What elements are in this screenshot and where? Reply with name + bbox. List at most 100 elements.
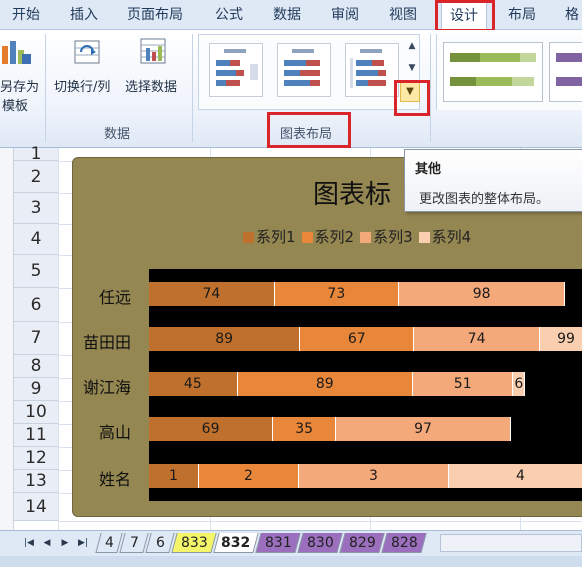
row-header[interactable]: 9	[14, 378, 58, 401]
select-data-icon[interactable]	[138, 36, 168, 66]
tab-review[interactable]: 审阅	[331, 4, 359, 24]
chart-layout-gallery	[198, 34, 420, 110]
bar-segment[interactable]: 6	[513, 372, 526, 396]
bar-segment[interactable]: 51	[412, 372, 514, 396]
save-template-label-2[interactable]: 模板	[2, 97, 28, 116]
bar-segment[interactable]: 98	[398, 282, 566, 306]
data-group-label: 数据	[104, 127, 131, 142]
switch-row-column-button[interactable]: 切换行/列	[54, 78, 110, 97]
last-sheet-button[interactable]: ▶|	[76, 536, 90, 550]
chart-style-gallery	[436, 34, 582, 110]
row-header[interactable]: 1	[14, 146, 58, 163]
bar-segment[interactable]: 3	[299, 464, 449, 488]
sheet-tab[interactable]: 6	[145, 533, 175, 553]
sheet-tab[interactable]: 4	[95, 533, 123, 553]
row-header[interactable]: 7	[14, 322, 58, 355]
next-sheet-button[interactable]: ▶	[58, 536, 72, 550]
legend-entry[interactable]: 系列4	[418, 226, 472, 247]
highlight-design-tab	[435, 0, 495, 32]
legend-label: 系列4	[431, 228, 472, 246]
bar-segment[interactable]: 1	[149, 464, 199, 488]
row-header[interactable]: 13	[14, 470, 58, 493]
bar-segment[interactable]: 2	[199, 464, 299, 488]
sheet-tab[interactable]: 832	[213, 533, 259, 553]
highlight-more-button	[394, 80, 430, 116]
row-header[interactable]: 10	[14, 401, 58, 424]
sheet-tab[interactable]: 829	[339, 533, 385, 553]
sheet-tab[interactable]: 831	[255, 533, 301, 553]
legend-label: 系列3	[373, 228, 413, 246]
sheet-tab[interactable]: 833	[171, 533, 217, 553]
bar-segment[interactable]: 4	[449, 464, 582, 488]
bar-segment[interactable]: 97	[336, 417, 511, 441]
gallery-scroll-up-button[interactable]: ▲	[404, 36, 420, 56]
tab-home[interactable]: 开始	[12, 4, 40, 24]
row-header[interactable]: 3	[14, 193, 58, 224]
row-header[interactable]: 14	[14, 493, 58, 521]
bar-segment[interactable]: 67	[300, 327, 415, 351]
tab-data[interactable]: 数据	[273, 4, 301, 24]
row-header[interactable]: 11	[14, 424, 58, 447]
legend-swatch	[243, 232, 254, 243]
gallery-scroll-down-button[interactable]: ▼	[404, 58, 420, 78]
category-label: 任远	[98, 288, 131, 307]
row-header[interactable]: 2	[14, 161, 58, 193]
column-line	[58, 148, 59, 530]
category-label: 姓名	[98, 470, 131, 489]
row-header[interactable]: 4	[14, 224, 58, 255]
bar-segment[interactable]: 45	[149, 372, 238, 396]
legend-swatch	[301, 232, 313, 243]
more-layouts-tooltip: 其他 更改图表的整体布局。	[404, 149, 582, 212]
bar-segment[interactable]: 73	[274, 282, 399, 306]
chart-style-thumb-purple[interactable]	[549, 42, 582, 102]
legend-label: 系列2	[314, 228, 355, 246]
prev-sheet-button[interactable]: ◀	[40, 536, 54, 550]
separator	[45, 34, 46, 142]
separator	[192, 34, 193, 142]
bar-segment[interactable]: 89	[237, 372, 413, 396]
sheet-tab[interactable]: 7	[119, 533, 149, 553]
chart-legend[interactable]: 系列1 系列2 系列3 系列4	[243, 226, 477, 248]
tab-formulas[interactable]: 公式	[215, 4, 243, 24]
save-template-label[interactable]: 另存为	[0, 78, 39, 97]
sheet-tab[interactable]: 828	[381, 533, 427, 553]
row-header[interactable]: 5	[14, 255, 58, 288]
bar-segment[interactable]: 99	[540, 327, 582, 351]
legend-entry[interactable]: 系列1	[243, 226, 296, 247]
switch-row-column-icon[interactable]	[72, 38, 102, 66]
chart-layout-thumb-1[interactable]	[209, 43, 263, 97]
tooltip-body: 更改图表的整体布局。	[419, 192, 550, 207]
chart-layout-thumb-3[interactable]	[345, 43, 399, 97]
row-header[interactable]: 6	[14, 288, 58, 322]
save-template-icon[interactable]	[0, 38, 32, 66]
bar-segment[interactable]: 69	[149, 417, 274, 441]
row-line	[58, 521, 582, 522]
row-header[interactable]: 8	[14, 355, 58, 378]
category-label: 苗田田	[82, 333, 131, 352]
category-label: 高山	[98, 423, 131, 442]
chart-title[interactable]: 图表标	[313, 174, 391, 211]
sheet-tab[interactable]: 830	[297, 533, 343, 553]
horizontal-scrollbar[interactable]	[440, 534, 582, 552]
legend-entry[interactable]: 系列3	[360, 226, 413, 247]
chart-style-thumb-green[interactable]	[443, 42, 543, 102]
bar-segment[interactable]: 74	[414, 327, 540, 351]
highlight-chart-layout-group	[267, 112, 351, 148]
chart-layout-thumb-2[interactable]	[277, 43, 331, 97]
legend-label: 系列1	[256, 228, 296, 246]
legend-entry[interactable]: 系列2	[301, 226, 355, 247]
select-data-button[interactable]: 选择数据	[125, 78, 177, 97]
tab-insert[interactable]: 插入	[70, 4, 98, 24]
first-sheet-button[interactable]: |◀	[22, 536, 36, 550]
bar-segment[interactable]: 35	[273, 417, 337, 441]
tab-format[interactable]: 格	[565, 4, 579, 24]
tab-layout[interactable]: 布局	[508, 4, 536, 24]
tab-view[interactable]: 视图	[389, 4, 417, 24]
status-bar	[0, 556, 582, 567]
bar-segment[interactable]: 89	[149, 327, 301, 351]
bar-segment[interactable]: 74	[149, 282, 275, 306]
category-label: 谢江海	[82, 378, 131, 397]
separator	[430, 34, 431, 142]
tab-page-layout[interactable]: 页面布局	[127, 4, 183, 24]
row-header[interactable]: 12	[14, 447, 58, 470]
